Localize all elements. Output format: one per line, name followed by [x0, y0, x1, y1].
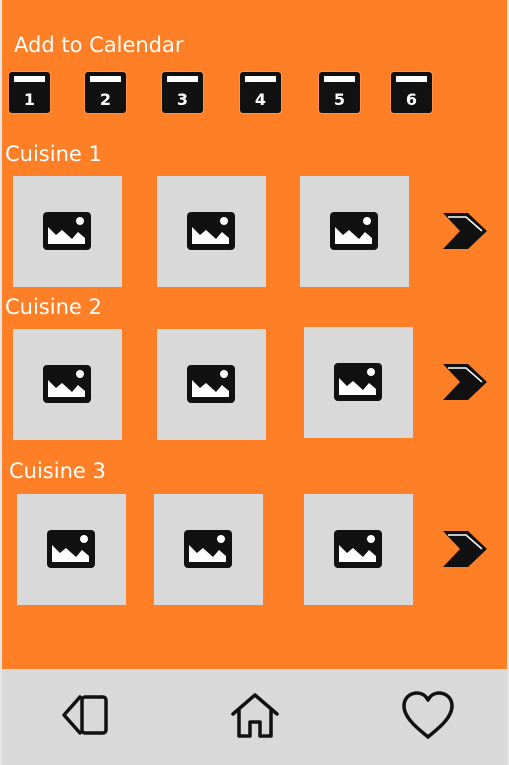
bottom-nav: [2, 669, 507, 765]
calendar-day-6-button[interactable]: 6: [391, 72, 432, 113]
recipe-tile[interactable]: [157, 329, 266, 440]
image-placeholder-icon: [47, 530, 95, 568]
image-placeholder-icon: [334, 363, 382, 401]
image-placeholder-icon: [330, 212, 378, 250]
heart-icon[interactable]: [400, 689, 456, 741]
calendar-day-number: 5: [333, 90, 346, 109]
recipe-tile[interactable]: [304, 327, 413, 438]
calendar-day-1-button[interactable]: 1: [9, 72, 50, 113]
recipe-tile[interactable]: [157, 176, 266, 287]
next-arrow-icon[interactable]: [442, 530, 488, 568]
recipe-tile[interactable]: [13, 329, 122, 440]
home-icon[interactable]: [228, 691, 282, 741]
calendar-day-number: 3: [176, 90, 189, 109]
main-panel: Add to Calendar 1 2 3 4 5 6 Cuisine 1 Cu…: [2, 0, 507, 669]
next-arrow-icon[interactable]: [442, 212, 488, 250]
calendar-day-number: 2: [99, 90, 112, 109]
calendar-day-3-button[interactable]: 3: [162, 72, 203, 113]
section-title-cuisine-1: Cuisine 1: [5, 142, 102, 166]
image-placeholder-icon: [43, 365, 91, 403]
recipe-tile[interactable]: [13, 176, 122, 287]
cards-icon[interactable]: [58, 693, 112, 739]
image-placeholder-icon: [184, 530, 232, 568]
calendar-day-number: 1: [23, 90, 36, 109]
next-arrow-icon[interactable]: [442, 363, 488, 401]
calendar-day-5-button[interactable]: 5: [319, 72, 360, 113]
calendar-icon: [245, 76, 276, 82]
calendar-icon: [14, 76, 45, 82]
calendar-day-number: 4: [254, 90, 267, 109]
section-title-cuisine-3: Cuisine 3: [9, 459, 106, 483]
add-to-calendar-label: Add to Calendar: [14, 33, 184, 57]
calendar-icon: [396, 76, 427, 82]
recipe-tile[interactable]: [154, 494, 263, 605]
calendar-day-number: 6: [405, 90, 418, 109]
calendar-icon: [90, 76, 121, 82]
calendar-day-4-button[interactable]: 4: [240, 72, 281, 113]
image-placeholder-icon: [334, 530, 382, 568]
calendar-icon: [167, 76, 198, 82]
app-screen: Add to Calendar 1 2 3 4 5 6 Cuisine 1 Cu…: [0, 0, 509, 765]
recipe-tile[interactable]: [17, 494, 126, 605]
recipe-tile[interactable]: [304, 494, 413, 605]
section-title-cuisine-2: Cuisine 2: [5, 295, 102, 319]
calendar-icon: [324, 76, 355, 82]
image-placeholder-icon: [187, 212, 235, 250]
recipe-tile[interactable]: [300, 176, 409, 287]
image-placeholder-icon: [187, 365, 235, 403]
calendar-day-2-button[interactable]: 2: [85, 72, 126, 113]
image-placeholder-icon: [43, 212, 91, 250]
